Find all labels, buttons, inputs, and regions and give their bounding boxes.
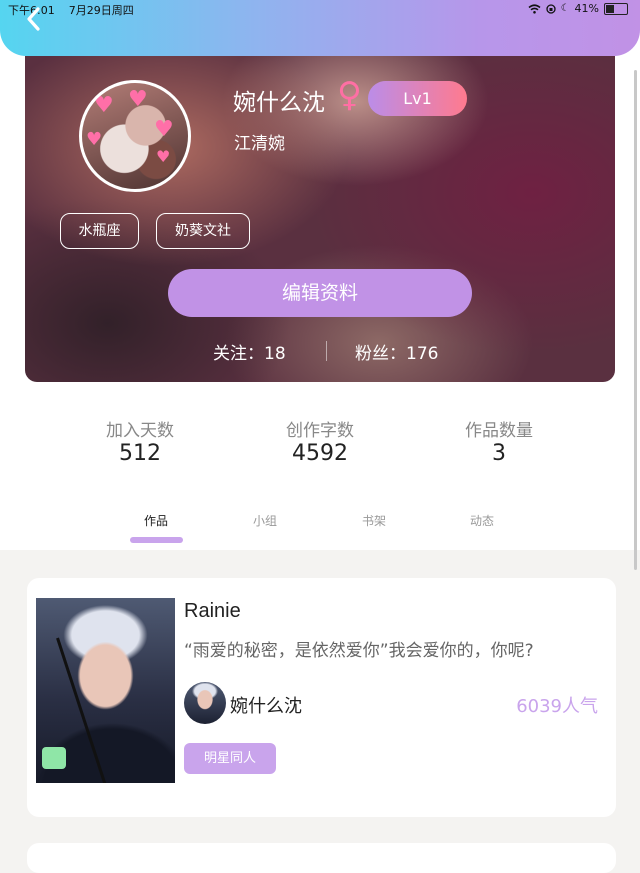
level-badge: Lv1	[368, 81, 467, 116]
battery-icon	[604, 2, 628, 15]
nickname: 婉什么沈	[233, 90, 325, 116]
work-title[interactable]: Rainie	[184, 600, 241, 623]
heart-sticker-icon: ♥	[128, 87, 148, 112]
status-date: 7月29日周四	[68, 4, 134, 17]
work-description: “雨爱的秘密，是依然爱你”我会爱你的，你呢?	[184, 641, 534, 661]
following-count[interactable]: 关注：18	[213, 339, 286, 364]
stats-card: 加入天数 512 创作字数 4592 作品数量 3	[52, 382, 588, 504]
real-name: 江清婉	[234, 134, 285, 154]
tab-bookshelf[interactable]: 书架	[344, 512, 404, 529]
tab-works[interactable]: 作品	[126, 512, 186, 529]
heart-sticker-icon: ♥	[156, 147, 171, 166]
work-card-next[interactable]	[27, 843, 616, 873]
tag-club[interactable]: 奶葵文社	[156, 213, 250, 249]
stat-label: 加入天数	[106, 421, 174, 441]
stat-value: 512	[119, 441, 161, 466]
followers-count[interactable]: 粉丝：176	[355, 339, 438, 364]
stat-label: 创作字数	[286, 421, 354, 441]
tab-active-indicator	[130, 537, 183, 543]
back-arrow-icon[interactable]	[22, 6, 48, 32]
heart-sticker-icon: ♥	[94, 93, 114, 118]
tab-activity[interactable]: 动态	[452, 512, 512, 529]
work-card[interactable]: Rainie “雨爱的秘密，是依然爱你”我会爱你的，你呢? 婉什么沈 6039人…	[27, 578, 616, 817]
author-name[interactable]: 婉什么沈	[230, 692, 302, 718]
popularity-count: 6039人气	[516, 696, 598, 717]
header-bar: 下午6:01 7月29日周四 ☾ 41%	[0, 0, 640, 56]
stat-value: 3	[492, 441, 506, 466]
battery-percent: 41%	[574, 2, 599, 15]
stat-join-days: 加入天数 512	[70, 416, 210, 466]
stat-value: 4592	[292, 441, 348, 466]
author-avatar[interactable]	[184, 682, 226, 724]
profile-card: ♥ ♥ ♥ ♥ ♥ 婉什么沈 ♀ Lv1 江清婉 水瓶座 奶葵文社 编辑资料 关…	[25, 56, 615, 382]
stat-word-count: 创作字数 4592	[250, 416, 390, 466]
moon-icon: ☾	[560, 3, 570, 14]
work-cover-image[interactable]	[36, 598, 175, 783]
heart-sticker-icon: ♥	[154, 117, 174, 142]
stat-label: 作品数量	[465, 421, 533, 441]
tag-zodiac[interactable]: 水瓶座	[60, 213, 139, 249]
female-symbol-icon: ♀	[337, 75, 362, 115]
wifi-icon	[528, 3, 541, 14]
stat-works-count: 作品数量 3	[429, 416, 569, 466]
orientation-lock-icon	[545, 3, 556, 14]
heart-sticker-icon: ♥	[86, 129, 103, 150]
avatar[interactable]: ♥ ♥ ♥ ♥ ♥	[79, 80, 191, 192]
light-stick	[42, 747, 66, 769]
scrollbar[interactable]	[634, 70, 637, 570]
edit-profile-button[interactable]: 编辑资料	[168, 269, 472, 317]
tab-groups[interactable]: 小组	[235, 512, 295, 529]
follow-divider	[326, 341, 327, 361]
status-bar-right: ☾ 41%	[528, 2, 628, 15]
category-tag[interactable]: 明星同人	[184, 743, 276, 774]
